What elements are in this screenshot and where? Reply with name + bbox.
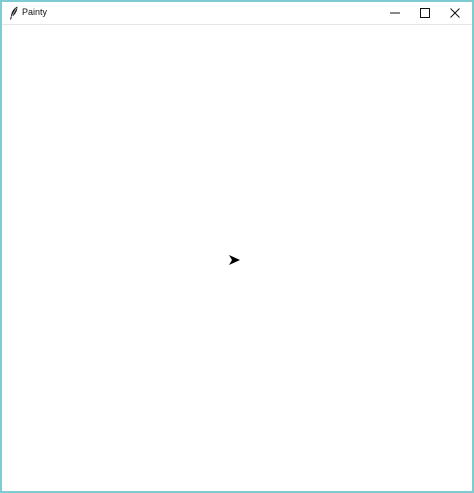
feather-icon (9, 6, 19, 20)
app-window: Painty (0, 0, 474, 493)
close-button[interactable] (440, 2, 470, 24)
turtle-arrow-icon (229, 252, 241, 265)
close-icon (450, 8, 460, 18)
maximize-icon (420, 8, 430, 18)
minimize-icon (390, 8, 400, 18)
title-bar[interactable]: Painty (2, 2, 472, 25)
window-title: Painty (22, 7, 48, 17)
minimize-button[interactable] (380, 2, 410, 24)
drawing-canvas[interactable] (2, 25, 472, 491)
maximize-button[interactable] (410, 2, 440, 24)
